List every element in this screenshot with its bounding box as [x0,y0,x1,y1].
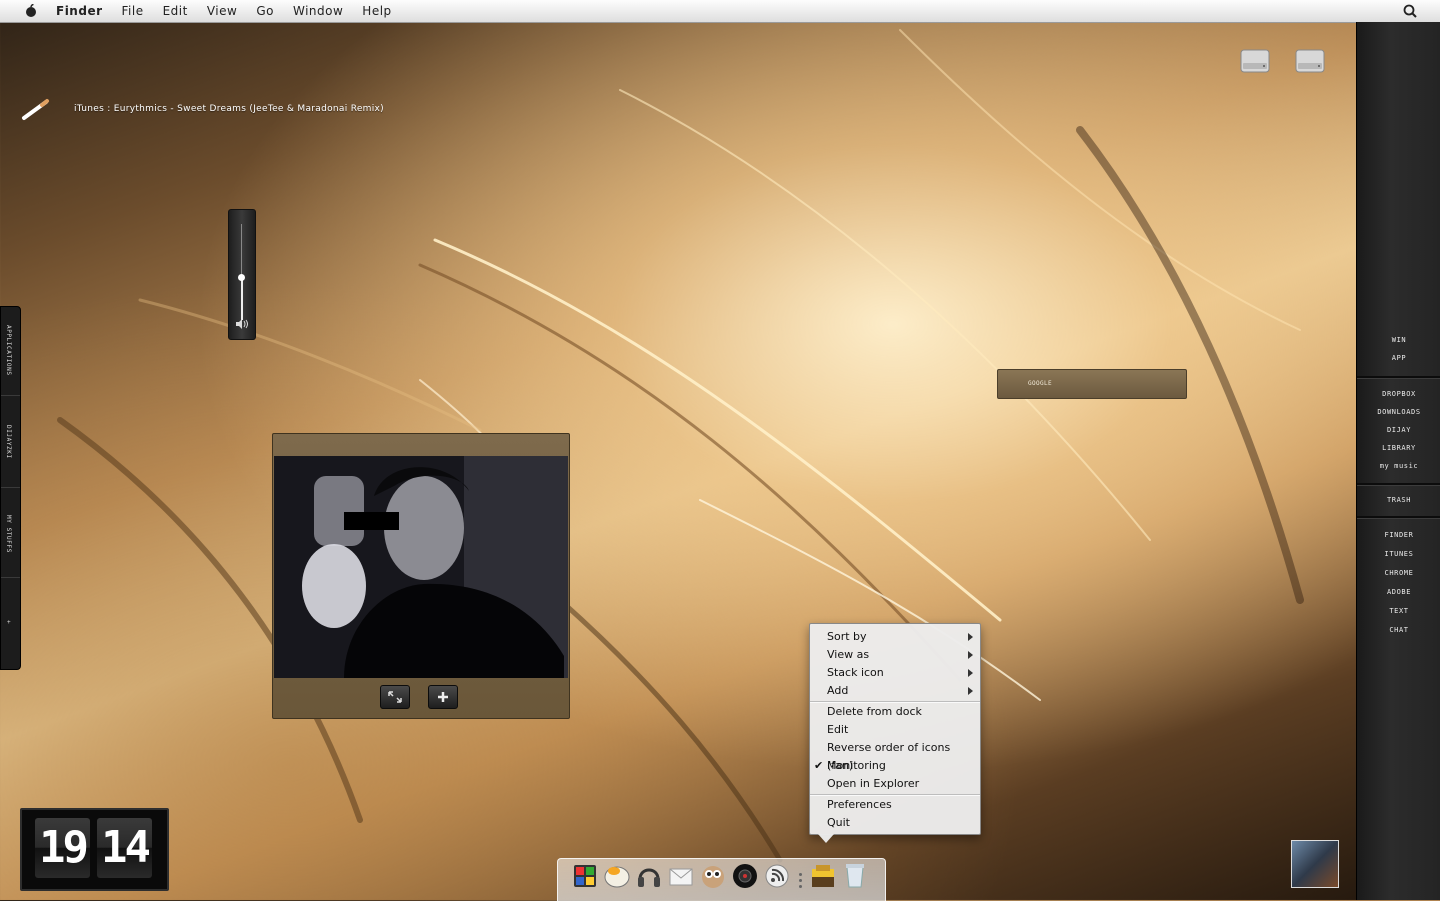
volume-slider[interactable] [228,209,256,340]
now-playing-text: iTunes : Eurythmics - Sweet Dreams (JeeT… [74,104,384,114]
webcam-video [274,456,568,678]
sidebar-group-3: TRASH [1357,491,1440,509]
sidebar-item-app[interactable]: APP [1357,349,1440,367]
clock-hours: 19 [35,818,90,878]
now-playing: iTunes : Eurythmics - Sweet Dreams (JeeT… [20,96,384,122]
tab-my-stuffs[interactable]: MY STUFFS [1,515,20,560]
checkmark-icon: ✔ [814,759,824,772]
hard-drive-icon[interactable] [1295,47,1325,75]
sidebar-item-library[interactable]: LIBRARY [1357,439,1440,457]
menu-item-add[interactable]: Add [827,682,977,700]
volume-fill [241,276,243,320]
menu-pointer [818,834,834,843]
headphones-icon[interactable] [636,861,662,889]
webcam-image [274,456,568,678]
menu-finder[interactable]: Finder [56,4,103,18]
menu-item-delete-from-dock[interactable]: Delete from dock [827,703,977,721]
wallpaper [57,29,1304,863]
dock [557,858,886,901]
tab-add[interactable]: + [1,619,20,631]
tab-dijayzki[interactable]: DIJAYZKI [1,425,20,465]
submenu-arrow-icon [968,687,973,695]
itunes-icon[interactable] [604,861,630,889]
menu-file[interactable]: File [122,4,144,18]
sidebar-group-1: WIN APP [1357,331,1440,367]
sidebar-item-chrome[interactable]: CHROME [1357,564,1440,583]
menu-item-sort-by[interactable]: Sort by [827,628,977,646]
trash-icon[interactable] [842,861,868,889]
submenu-arrow-icon [968,633,973,641]
plus-icon [438,692,448,702]
owl-icon[interactable] [700,861,726,889]
left-tab-bar: APPLICATIONS DIJAYZKI MY STUFFS + [0,306,21,670]
sidebar-item-downloads[interactable]: DOWNLOADS [1357,403,1440,421]
webcam-widget [272,433,570,719]
volume-knob[interactable] [238,273,245,281]
stack-icon[interactable] [810,861,836,889]
menu-bar: Finder File Edit View Go Window Help [0,0,1440,23]
menu-item-reverse-order[interactable]: Reverse order of icons (fan) [827,739,977,772]
rss-icon[interactable] [764,861,790,889]
sidebar-item-dijay[interactable]: DIJAY [1357,421,1440,439]
sidebar-item-text[interactable]: TEXT [1357,602,1440,621]
sidebar-item-itunes[interactable]: ITUNES [1357,545,1440,564]
album-art[interactable] [1291,840,1339,888]
clock-minutes: 14 [97,818,152,878]
hard-drive-icon[interactable] [1240,47,1270,75]
speaker-icon [236,319,248,329]
sidebar-item-chat[interactable]: CHAT [1357,621,1440,640]
menu-help[interactable]: Help [362,4,391,18]
dock-context-menu: Sort by View as Stack icon Add Delete fr… [809,623,981,843]
menu-item-quit[interactable]: Quit [827,814,977,832]
right-sidebar: WIN APP DROPBOX DOWNLOADS DIJAY LIBRARY … [1356,22,1440,900]
sidebar-item-dropbox[interactable]: DROPBOX [1357,385,1440,403]
menu-item-open-in-explorer[interactable]: Open in Explorer [827,775,977,793]
sidebar-divider [1357,376,1440,379]
apple-icon[interactable] [22,2,40,20]
spotlight-icon[interactable] [1402,3,1418,19]
sidebar-item-my-music[interactable]: my music [1357,457,1440,475]
sidebar-item-win[interactable]: WIN [1357,331,1440,349]
fullscreen-button[interactable] [380,685,410,709]
dashboard-icon[interactable] [572,861,598,889]
sidebar-item-finder[interactable]: FINDER [1357,526,1440,545]
sidebar-divider [1357,483,1440,486]
sidebar-item-trash[interactable]: TRASH [1357,491,1440,509]
menu-item-edit[interactable]: Edit [827,721,977,739]
menu-item-monitoring[interactable]: ✔ Monitoring [814,757,977,775]
menu-item-preferences[interactable]: Preferences [827,796,977,814]
submenu-arrow-icon [968,669,973,677]
menu-view[interactable]: View [207,4,237,18]
google-search-bar[interactable]: GOOGLE [997,369,1187,399]
sidebar-item-adobe[interactable]: ADOBE [1357,583,1440,602]
submenu-arrow-icon [968,651,973,659]
tab-applications[interactable]: APPLICATIONS [1,325,20,385]
menu-window[interactable]: Window [293,4,343,18]
cigarette-icon [22,99,49,120]
add-button[interactable] [428,685,458,709]
menu-item-view-as[interactable]: View as [827,646,977,664]
menu-go[interactable]: Go [256,4,274,18]
sidebar-divider [1357,516,1440,519]
mail-icon[interactable] [668,861,694,889]
menu-item-stack-icon[interactable]: Stack icon [827,664,977,682]
menu-edit[interactable]: Edit [163,4,188,18]
flip-clock: 19 14 [20,808,169,891]
camera-icon[interactable] [732,861,758,889]
sidebar-group-4: FINDER ITUNES CHROME ADOBE TEXT CHAT [1357,526,1440,640]
google-label: GOOGLE [1028,380,1053,387]
sidebar-group-2: DROPBOX DOWNLOADS DIJAY LIBRARY my music [1357,385,1440,475]
fullscreen-icon [388,691,402,703]
